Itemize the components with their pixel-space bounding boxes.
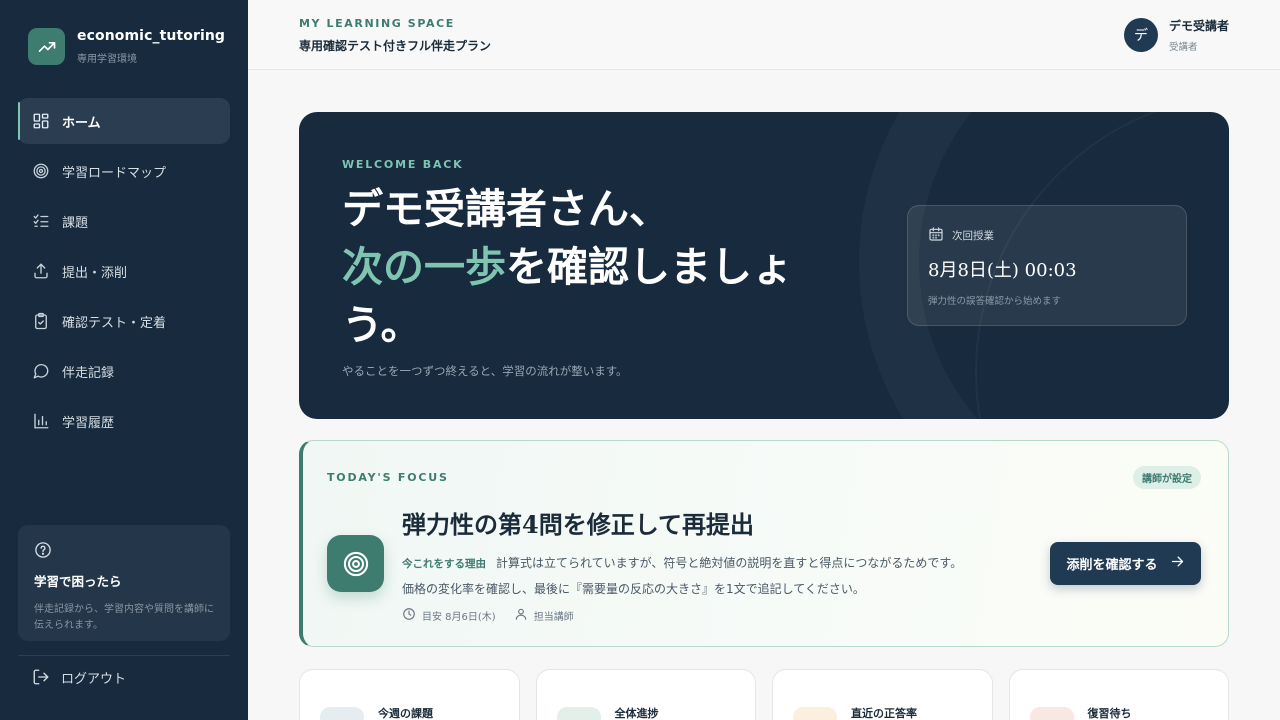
stats-row: 今週の課題 全体進捗 直近の正答率 復習待ち	[299, 669, 1229, 720]
brand-name: economic_tutoring	[77, 28, 226, 44]
header-kicker: MY LEARNING SPACE	[299, 17, 455, 30]
reason-text: 計算式は立てられていますが、符号と絶対値の説明を直すと得点につながるためです。	[496, 556, 963, 570]
owner: 担当講師	[533, 612, 574, 623]
hero-title-accent: 次の一歩	[342, 243, 506, 291]
hero-title-line1: デモ受講者さん、	[342, 185, 670, 233]
user-role: 受講者	[1168, 42, 1198, 53]
logout-button[interactable]: ログアウト	[31, 667, 126, 687]
plan-title: 専用確認テスト付きフル伴走プラン	[299, 39, 492, 53]
sidebar-item-tests[interactable]: 確認テスト・定着	[18, 298, 230, 344]
review-feedback-button[interactable]: 添削を確認する	[1050, 542, 1201, 585]
stat-icon	[793, 707, 837, 720]
status-badge: 講師が設定	[1133, 466, 1201, 489]
help-description: 伴走記録から、学習内容や質問を講師に伝えられます。	[34, 604, 214, 631]
chat-bubble-icon	[31, 361, 51, 381]
logout-label: ログアウト	[61, 671, 127, 687]
target-icon	[327, 535, 384, 592]
dashboard-icon	[31, 111, 51, 131]
brand[interactable]: economic_tutoring 専用学習環境	[28, 28, 225, 65]
stat-icon	[556, 707, 601, 720]
hero-kicker: WELCOME BACK	[342, 158, 464, 171]
sidebar-item-label: 提出・添削	[62, 265, 128, 281]
button-label: 添削を確認する	[1066, 558, 1158, 573]
top-header: MY LEARNING SPACE 専用確認テスト付きフル伴走プラン デ デモ受…	[248, 0, 1280, 70]
stat-label: 直近の正答率	[851, 707, 917, 720]
brand-subtitle: 専用学習環境	[77, 54, 137, 65]
sidebar-item-history[interactable]: 学習履歴	[18, 398, 230, 444]
sidebar-divider	[18, 655, 230, 656]
sidebar-item-label: 学習ロードマップ	[62, 165, 167, 181]
stat-label: 復習待ち	[1087, 707, 1132, 720]
user-name: デモ受講者	[1168, 19, 1229, 33]
sidebar-item-records[interactable]: 伴走記録	[18, 348, 230, 394]
sidebar-item-assignments[interactable]: 課題	[18, 198, 230, 244]
trending-up-icon	[28, 28, 65, 65]
clipboard-check-icon	[31, 311, 51, 331]
stat-icon	[320, 707, 364, 720]
welcome-hero: WELCOME BACK デモ受講者さん、 次の一歩を確認しましょう。 やることを…	[299, 112, 1229, 419]
sidebar-item-roadmap[interactable]: 学習ロードマップ	[18, 148, 230, 194]
sidebar-item-label: 課題	[62, 215, 89, 231]
stat-label: 全体進捗	[614, 707, 659, 720]
sidebar-item-label: 学習履歴	[62, 415, 115, 431]
clock-icon	[402, 607, 422, 624]
help-circle-icon	[34, 542, 52, 563]
checklist-icon	[31, 211, 51, 231]
sidebar-item-submissions[interactable]: 提出・添削	[18, 248, 230, 294]
sidebar-item-label: 伴走記録	[62, 365, 115, 381]
target-icon	[31, 161, 51, 181]
reason-tag: 今これをする理由	[402, 558, 486, 570]
stat-card-weekly-tasks[interactable]: 今週の課題	[299, 669, 520, 720]
stat-card-overall-progress[interactable]: 全体進捗	[535, 669, 756, 720]
hero-title: デモ受講者さん、 次の一歩を確認しましょう。	[342, 180, 842, 354]
calendar-icon	[928, 226, 952, 245]
help-card: 学習で困ったら 伴走記録から、学習内容や質問を講師に伝えられます。	[18, 525, 230, 641]
stat-label: 今週の課題	[378, 707, 433, 720]
help-title: 学習で困ったら	[34, 574, 122, 589]
avatar: デ	[1123, 18, 1158, 52]
sidebar-item-label: 確認テスト・定着	[62, 315, 167, 331]
focus-reason: 今これをする理由 計算式は立てられていますが、符号と絶対値の説明を直すと得点につな…	[402, 554, 962, 571]
focus-title: 弾力性の第4問を修正して再提出	[402, 510, 754, 539]
focus-detail: 価格の変化率を確認し、最後に『需要量の反応の大きさ』を1文で追記してください。	[402, 582, 865, 596]
sidebar: economic_tutoring 専用学習環境 ホーム 学習ロードマップ 課題	[0, 0, 248, 720]
hero-subtitle: やることを一つずつ終えると、学習の流れが整います。	[342, 364, 628, 378]
stat-card-accuracy[interactable]: 直近の正答率	[772, 669, 993, 720]
todays-focus-card: TODAY'S FOCUS 講師が設定 弾力性の第4問を修正して再提出 今これを…	[299, 440, 1229, 647]
sidebar-nav: ホーム 学習ロードマップ 課題 提出・添削 確認テスト・定着 伴走記録 学習履歴	[18, 98, 230, 448]
sidebar-item-label: ホーム	[62, 115, 101, 131]
upload-icon	[31, 261, 51, 281]
arrow-right-icon	[1158, 554, 1185, 573]
sidebar-item-home[interactable]: ホーム	[18, 98, 230, 144]
stat-card-review-queue[interactable]: 復習待ち	[1008, 669, 1229, 720]
focus-kicker: TODAY'S FOCUS	[327, 471, 449, 484]
next-lesson-label: 次回授業	[952, 230, 994, 242]
bar-chart-icon	[31, 411, 51, 431]
due-date: 目安 8月6日(木)	[422, 612, 496, 623]
user-menu[interactable]: デ デモ受講者 受講者	[1123, 17, 1229, 53]
user-icon	[514, 607, 534, 624]
next-lesson-note: 弾力性の誤答確認から始めます	[928, 296, 1062, 307]
next-lesson-datetime: 8月8日(土) 00:03	[928, 260, 1077, 281]
next-lesson-card[interactable]: 次回授業 8月8日(土) 00:03 弾力性の誤答確認から始めます	[907, 205, 1187, 326]
focus-meta: 目安 8月6日(木) 担当講師	[402, 607, 592, 624]
stat-icon	[1029, 707, 1074, 720]
logout-icon	[31, 667, 51, 687]
